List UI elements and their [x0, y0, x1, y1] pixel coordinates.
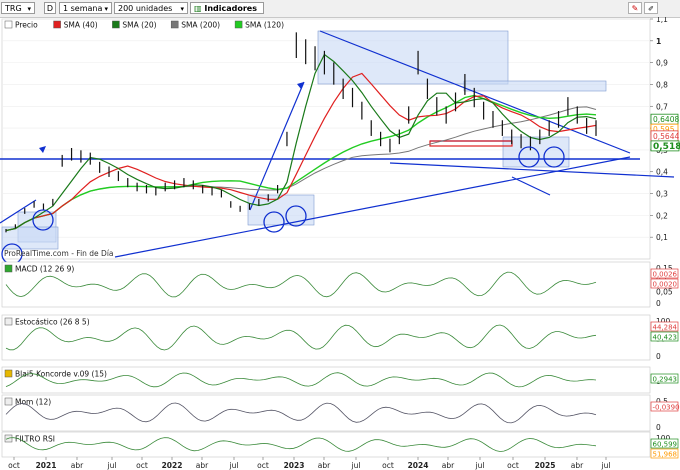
toolbar: TRG ▾ D 1 semana ▾ 200 unidades ▾ ▥ Indicad…	[0, 0, 680, 25]
timeframe-select[interactable]: 1 semana ▾	[59, 2, 112, 14]
panel-tag-label-0-0: 0,0026	[653, 271, 678, 279]
panel-tick-label: 0,05	[656, 287, 673, 296]
ticker-select[interactable]: TRG ▾	[1, 2, 35, 14]
x-tick-label: jul	[107, 461, 117, 470]
shaded-zone-5	[502, 136, 570, 168]
panel-3: Mom (12) 0,50-0,0390	[1, 394, 680, 432]
units-chevron-icon: ▾	[180, 5, 184, 13]
x-tick-label: oct	[382, 461, 394, 470]
price-tag-label-3: 0,5184	[653, 142, 680, 152]
panel-2: Blai5 Koncorde v.09 (15)00,2943	[1, 366, 679, 394]
main-price-panel: 1,110,90,80,70,60,50,40,30,20,1PrecioSMA…	[0, 17, 680, 265]
d-button[interactable]: D	[44, 2, 56, 14]
panel-4: FILTRO RSI100060,59951,968	[1, 431, 679, 459]
indicators-label: Indicadores	[204, 4, 257, 13]
shaded-zone-3	[317, 30, 509, 85]
panel-frame	[1, 314, 651, 361]
panel-title-0: MACD (12 26 9)	[15, 265, 74, 274]
legend-label-4: SMA (120)	[245, 21, 284, 30]
x-tick-label: oct	[136, 461, 148, 470]
price-tick-label: 0,9	[656, 59, 668, 68]
legend-swatch	[53, 20, 61, 29]
source-label: ProRealTime.com - Fin de Día	[4, 249, 114, 258]
panel-legend-swatch	[4, 397, 13, 406]
panel-tag-label-1-1: 40,423	[653, 334, 678, 342]
legend-label-3: SMA (200)	[181, 21, 220, 30]
x-tick-label: 2024	[408, 461, 429, 470]
panel-tag-label-2-0: 0,2943	[653, 376, 678, 384]
x-tick-label: abr	[442, 461, 455, 470]
x-tick-label: oct	[8, 461, 20, 470]
x-tick-label: 2023	[284, 461, 305, 470]
panel-tag-label-4-1: 51,968	[653, 451, 678, 459]
panel-frame	[1, 261, 651, 308]
timeframe-chevron-icon: ▾	[104, 5, 108, 13]
panel-legend-swatch	[4, 264, 13, 273]
price-tick-label: 0,3	[656, 190, 668, 199]
x-axis: oct 2021 abr jul oct 2022 abr jul oct 2023 abr jul o…	[8, 457, 610, 470]
price-tick-label: 1,1	[656, 17, 668, 24]
units-select[interactable]: 200 unidades ▾	[114, 2, 188, 14]
panel-tick-label: 0	[656, 352, 661, 361]
units-label: 200 unidades	[118, 4, 173, 13]
price-tag-label-0: 0,6408	[653, 115, 679, 124]
legend-label-0: Precio	[15, 21, 38, 30]
ticker-label: TRG	[5, 4, 22, 13]
panel-tag-label-1-0: 44,284	[653, 324, 678, 332]
legend-label-2: SMA (20)	[122, 21, 156, 30]
panel-legend-swatch	[4, 369, 13, 378]
x-tick-label: 2022	[162, 461, 183, 470]
x-tick-label: abr	[196, 461, 209, 470]
panel-tag-label-3-0: -0,0390	[653, 404, 680, 412]
panel-title-4: FILTRO RSI	[15, 435, 55, 444]
x-tick-label: oct	[507, 461, 519, 470]
x-tick-label: jul	[351, 461, 361, 470]
price-tick-label: 0,4	[656, 168, 668, 177]
x-tick-label: oct	[257, 461, 269, 470]
x-tick-label: abr	[318, 461, 331, 470]
legend-label-1: SMA (40)	[64, 21, 98, 30]
panel-title-3: Mom (12)	[15, 398, 51, 407]
price-tick-label: 0,1	[656, 233, 668, 242]
panel-tag-label-4-0: 60,599	[653, 441, 678, 449]
panel-tick-label: 0	[656, 423, 661, 432]
panel-frame	[1, 431, 651, 458]
panel-0: MACD (12 26 9)0,150,10,0500,00260,0020	[1, 261, 679, 308]
price-tick-label: 1	[656, 37, 661, 46]
timeframe-label: 1 semana	[63, 4, 103, 13]
x-tick-label: abr	[71, 461, 84, 470]
chevron-down-icon: ▾	[27, 5, 31, 13]
drawing-tools-icon[interactable]: ✐	[644, 2, 658, 14]
chart-area[interactable]: 1,110,90,80,70,60,50,40,30,20,1PrecioSMA…	[0, 17, 680, 470]
panel-tag-label-0-1: 0,0020	[653, 281, 678, 289]
panel-1: Estocástico (26 8 5)10050044,28440,423	[1, 314, 679, 361]
legend-swatch	[4, 20, 13, 29]
price-tick-label: 0,2	[656, 211, 668, 220]
indicators-button[interactable]: ▥ Indicadores▾	[190, 2, 264, 25]
price-tick-label: 0,8	[656, 80, 668, 89]
indicators-icon: ▥	[194, 4, 202, 13]
panel-title-1: Estocástico (26 8 5)	[15, 318, 90, 327]
x-tick-label: abr	[571, 461, 584, 470]
legend-swatch	[170, 20, 179, 29]
price-tag-label-2: 0,5644	[653, 132, 679, 141]
legend-swatch	[234, 20, 243, 29]
price-tick-label: 0,7	[656, 102, 668, 111]
indicator-panels: MACD (12 26 9)0,150,10,0500,00260,0020Es…	[1, 261, 680, 459]
x-tick-label: 2021	[36, 461, 57, 470]
legend-swatch	[112, 20, 120, 29]
x-tick-label: jul	[475, 461, 485, 470]
x-tick-label: jul	[601, 461, 611, 470]
panel-tick-label: 0	[656, 299, 661, 308]
shaded-zone-4	[463, 80, 607, 92]
panel-legend-swatch	[4, 317, 13, 326]
x-tick-label: 2025	[535, 461, 556, 470]
alert-icon[interactable]: ✎	[628, 2, 642, 14]
x-tick-label: jul	[229, 461, 239, 470]
